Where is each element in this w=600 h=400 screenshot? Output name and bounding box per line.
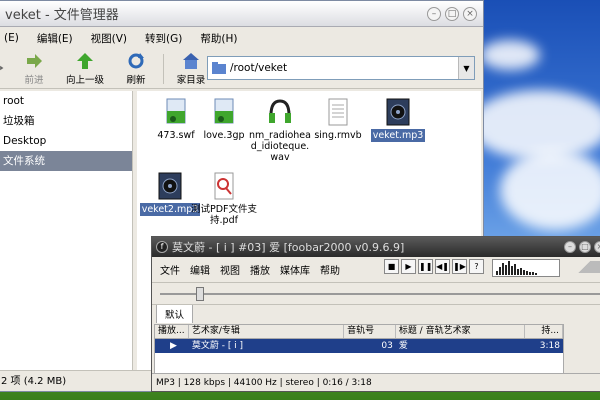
- arrow-left-icon: [0, 65, 4, 70]
- forward-button[interactable]: 前进: [11, 50, 57, 88]
- menu-go[interactable]: 转到(G): [142, 29, 185, 48]
- mp3-file-icon: [386, 98, 410, 126]
- file-item[interactable]: veket.mp3: [363, 97, 433, 142]
- home-icon: [183, 52, 199, 69]
- menu-edit[interactable]: 编辑(E): [34, 29, 76, 48]
- maximize-button[interactable]: □: [579, 241, 591, 253]
- playlist-tabs: 默认: [152, 304, 600, 323]
- column-length[interactable]: 持...: [525, 325, 563, 338]
- mp3-file-icon: [158, 172, 182, 200]
- menu-file[interactable]: (E): [1, 30, 22, 46]
- next-button[interactable]: ❚▶: [452, 259, 467, 274]
- toolbar-separator: [163, 53, 164, 84]
- seek-bar[interactable]: [152, 283, 600, 305]
- file-item[interactable]: 测试PDF文件支持.pdf: [189, 171, 259, 227]
- cell-track: 03: [381, 341, 393, 351]
- chevron-down-icon[interactable]: ▼: [458, 57, 474, 79]
- column-playing[interactable]: 播放...: [155, 325, 189, 338]
- sidebar-item-desktop[interactable]: Desktop: [0, 131, 132, 151]
- menu-file[interactable]: 文件: [160, 262, 180, 277]
- cloud: [500, 150, 600, 230]
- up-button[interactable]: 向上一级: [57, 50, 113, 88]
- cell-title: 爱: [398, 341, 408, 351]
- foobar-logo-icon: f: [156, 241, 168, 253]
- volume-slider[interactable]: [564, 261, 600, 273]
- seek-track: [160, 293, 600, 295]
- column-title[interactable]: 标题 / 音轨艺术家: [396, 325, 526, 338]
- random-button[interactable]: ?: [469, 259, 484, 274]
- window-title: veket - 文件管理器: [5, 8, 119, 23]
- media-file-icon: [166, 98, 186, 124]
- file-name: sing.rmvb: [314, 130, 362, 141]
- forward-label: 前进: [24, 74, 44, 86]
- minimize-button[interactable]: –: [564, 241, 576, 253]
- file-name: 测试PDF文件支持.pdf: [191, 204, 258, 226]
- address-text: /root/veket: [230, 62, 288, 74]
- sidebar-item-trash[interactable]: 垃圾箱: [0, 111, 132, 131]
- minimize-button[interactable]: –: [427, 6, 441, 21]
- file-name: veket.mp3: [370, 129, 426, 142]
- arrow-up-icon: [77, 52, 93, 69]
- sidebar: root 垃圾箱 Desktop 文件系统: [0, 91, 133, 371]
- text-file-icon: [328, 98, 348, 126]
- previous-button[interactable]: ◀❚: [435, 259, 450, 274]
- title-bar: veket - 文件管理器 – □ ×: [0, 1, 483, 27]
- cell-artist: 莫文蔚 - [ i ]: [191, 341, 244, 351]
- home-label: 家目录: [176, 74, 206, 86]
- foobar-title: 莫文蔚 - [ i ] #03] 爱 [foobar2000 v0.9.6.9]: [172, 241, 405, 254]
- playlist-row[interactable]: ▶ 莫文蔚 - [ i ] 03 爱 3:18: [155, 339, 563, 353]
- tab-default[interactable]: 默认: [156, 304, 194, 323]
- menu-bar: (E) 编辑(E) 视图(V) 转到(G) 帮助(H): [0, 27, 483, 49]
- seek-thumb[interactable]: [195, 287, 204, 301]
- up-label: 向上一级: [65, 74, 104, 86]
- folder-icon: [212, 62, 226, 74]
- column-track-number[interactable]: 音轨号: [344, 325, 396, 338]
- arrow-right-icon: [27, 53, 42, 68]
- menu-library[interactable]: 媒体库: [280, 262, 310, 277]
- audio-file-icon: [269, 99, 291, 123]
- spectrum-visualizer: [492, 259, 560, 277]
- playlist: 播放... 艺术家/专辑 音轨号 标题 / 音轨艺术家 持... ▶ 莫文蔚 -…: [154, 324, 564, 374]
- menu-view[interactable]: 视图: [220, 262, 240, 277]
- menu-view[interactable]: 视图(V): [88, 29, 130, 48]
- refresh-icon: [128, 52, 144, 68]
- menu-playback[interactable]: 播放: [250, 262, 270, 277]
- refresh-button[interactable]: 刷新: [113, 50, 159, 88]
- sidebar-item-filesystem[interactable]: 文件系统: [0, 151, 132, 171]
- now-playing-icon: ▶: [169, 341, 177, 351]
- pause-button[interactable]: ❚❚: [418, 259, 433, 274]
- foobar-title-bar: f 莫文蔚 - [ i ] #03] 爱 [foobar2000 v0.9.6.…: [152, 237, 600, 257]
- foobar-status-bar: MP3 | 128 kbps | 44100 Hz | stereo | 0:1…: [152, 373, 600, 391]
- close-button[interactable]: ×: [594, 241, 600, 253]
- media-file-icon: [214, 98, 234, 124]
- pdf-file-icon: [214, 172, 234, 200]
- back-button[interactable]: [0, 50, 11, 88]
- playlist-header: 播放... 艺术家/专辑 音轨号 标题 / 音轨艺术家 持...: [155, 325, 563, 339]
- playback-controls: ■ ▶ ❚❚ ◀❚ ❚▶ ?: [384, 259, 484, 274]
- cell-length: 3:18: [539, 341, 560, 351]
- column-artist-album[interactable]: 艺术家/专辑: [189, 325, 345, 338]
- sidebar-item-root[interactable]: root: [0, 91, 132, 111]
- menu-help[interactable]: 帮助(H): [197, 29, 240, 48]
- cloud: [480, 40, 540, 70]
- maximize-button[interactable]: □: [445, 6, 459, 21]
- refresh-label: 刷新: [126, 74, 146, 86]
- play-button[interactable]: ▶: [401, 259, 416, 274]
- menu-edit[interactable]: 编辑: [190, 262, 210, 277]
- close-button[interactable]: ×: [463, 6, 477, 21]
- address-bar[interactable]: /root/veket ▼: [207, 56, 475, 80]
- menu-help[interactable]: 帮助: [320, 262, 340, 277]
- stop-button[interactable]: ■: [384, 259, 399, 274]
- file-name: love.3gp: [203, 130, 245, 141]
- foobar-window: f 莫文蔚 - [ i ] #03] 爱 [foobar2000 v0.9.6.…: [151, 236, 600, 392]
- cloud: [470, 90, 600, 160]
